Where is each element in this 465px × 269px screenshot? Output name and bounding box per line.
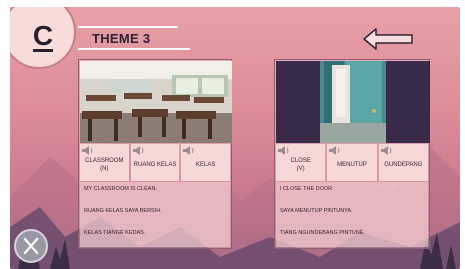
sentence-local: KELAS TIANGÉ KEDAS. [84,230,146,236]
word-class: (V) [296,165,305,172]
speaker-icon [278,146,289,155]
word-label: GUNDEPANG [384,161,423,168]
door-photo [276,61,430,143]
example-sentences: MY CLASSROOM IS CLEAN. RUANG KELAS SAYA … [80,182,230,247]
close-x-icon[interactable] [14,229,48,263]
word-label: KELAS [196,161,216,168]
word-button-local[interactable]: GUNDEPANG [378,144,428,181]
word-button-local[interactable]: KELAS [181,144,231,181]
sentence-local: TIANG NGUNDEBANG PINTUNÉ. [280,230,365,236]
title-rule-top [78,26,178,28]
sentence-english: I CLOSE THE DOOR. [280,186,334,192]
speaker-icon [82,146,93,155]
title-rule-bottom [78,48,190,50]
word-buttons: CLOSE (V) MENUTUP GUNDEPANG [276,144,428,181]
word-label: CLASSROOM [85,157,124,164]
vocab-card-close: CLOSE (V) MENUTUP GUNDEPANG I CLOSE THE D… [274,59,430,249]
sentence-english: MY CLASSROOM IS CLEAN. [84,186,157,192]
example-sentences: I CLOSE THE DOOR. SAYA MENUTUP PINTUNYA.… [276,182,428,247]
word-button-indonesian[interactable]: MENUTUP [327,144,377,181]
sentence-indonesian: RUANG KELAS SAYA BERSIH. [84,208,162,214]
screen: { "header": { "level_letter": "C", "them… [0,0,465,269]
speaker-icon [132,146,144,155]
word-buttons: CLASSROOM (N) RUANG KELAS KELAS [80,144,231,181]
word-button-indonesian[interactable]: RUANG KELAS [130,144,180,181]
classroom-photo [80,61,232,143]
back-arrow-icon[interactable] [362,27,414,51]
word-button-english[interactable]: CLASSROOM (N) [80,144,129,181]
word-label: CLOSE [290,157,311,164]
sentence-indonesian: SAYA MENUTUP PINTUNYA. [280,208,353,214]
word-label: RUANG KELAS [133,161,177,168]
level-letter: C [32,19,54,52]
word-button-english[interactable]: CLOSE (V) [276,144,326,181]
word-label: MENUTUP [337,161,367,168]
lesson-screen: C THEME 3 CLASSROOM (N) RUANG KELAS KELA… [10,7,460,269]
speaker-icon [183,146,194,155]
word-class: (N) [100,165,109,172]
theme-title: THEME 3 [92,31,151,46]
vocab-card-classroom: CLASSROOM (N) RUANG KELAS KELAS MY CLASSR… [78,59,232,249]
speaker-icon [329,146,340,155]
speaker-icon [380,146,392,155]
